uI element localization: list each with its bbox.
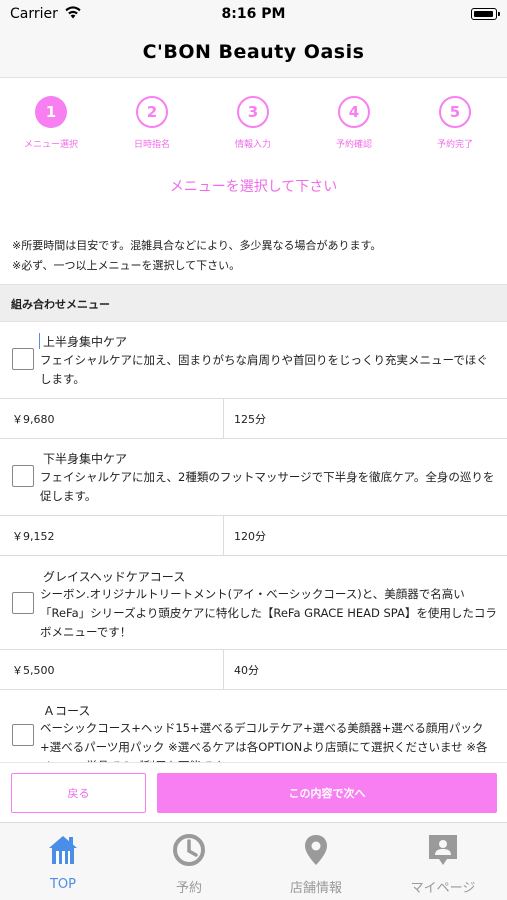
tab-top[interactable]: TOP <box>0 823 126 900</box>
step-number: 1 <box>35 96 67 128</box>
step-datetime: 2 日時指名 <box>112 96 192 150</box>
step-label: 情報入力 <box>234 140 271 150</box>
step-complete: 5 予約完了 <box>415 96 495 150</box>
step-confirm: 4 予約確認 <box>314 96 394 150</box>
menu-item[interactable]: 下半身集中ケア フェイシャルケアに加え、2種類のフットマッサージで下半身を徹底ケ… <box>0 439 507 556</box>
tab-label: 予約 <box>175 881 202 896</box>
divider <box>223 650 224 689</box>
step-label: 予約確認 <box>335 140 372 150</box>
tab-store-info[interactable]: 店舗情報 <box>253 823 379 900</box>
map-pin-icon <box>305 835 327 865</box>
menu-title: 上半身集中ケア <box>43 335 128 349</box>
menu-title: 下半身集中ケア <box>43 452 128 466</box>
step-info-input: 3 情報入力 <box>213 96 293 150</box>
divider <box>223 516 224 555</box>
menu-description: フェイシャルケアに加え、固まりがちな肩周りや首回りをじっくり充実メニューでほぐし… <box>40 353 488 386</box>
menu-description: ベーシックコース+ヘッド15+選べるデコルテケア+選べる美顔器+選べる顔用パック… <box>40 721 488 762</box>
text-cursor <box>39 333 40 349</box>
status-bar: Carrier 8:16 PM <box>0 0 507 30</box>
action-bar: 戻る この内容で次へ <box>0 762 507 820</box>
tab-label: TOP <box>49 877 76 892</box>
menu-checkbox[interactable] <box>12 592 34 614</box>
tab-mypage[interactable]: マイページ <box>380 823 506 900</box>
battery-icon <box>471 8 500 20</box>
menu-meta: ￥5,500 40分 <box>0 649 507 689</box>
clock-time: 8:16 PM <box>221 6 286 22</box>
clock-icon <box>173 834 205 866</box>
step-menu-select: 1 メニュー選択 <box>11 96 91 150</box>
step-number: 5 <box>439 96 471 128</box>
menu-title: グレイスヘッドケアコース <box>43 570 186 584</box>
tab-bar: TOP 予約 店舗情報 マイページ <box>0 822 507 900</box>
menu-price: ￥9,680 <box>12 413 55 426</box>
note-line: ※所要時間は目安です。混雑具合などにより、多少異なる場合があります。 <box>12 239 382 252</box>
tab-label: 店舗情報 <box>289 881 342 896</box>
menu-price: ￥9,152 <box>12 530 55 543</box>
menu-title: Ａコース <box>43 704 91 718</box>
menu-price: ￥5,500 <box>12 664 55 677</box>
reservation-steps: 1 メニュー選択 2 日時指名 3 情報入力 4 予約確認 5 予約完了 <box>0 96 507 156</box>
notes: ※所要時間は目安です。混雑具合などにより、多少異なる場合があります。 ※必ず、一… <box>12 236 381 276</box>
section-header: 組み合わせメニュー <box>0 284 507 322</box>
divider <box>223 399 224 438</box>
step-label: メニュー選択 <box>23 140 78 150</box>
menu-checkbox[interactable] <box>12 348 34 370</box>
section-title: 組み合わせメニュー <box>11 298 110 311</box>
tab-reservation[interactable]: 予約 <box>126 823 252 900</box>
navigation-bar: C'BON Beauty Oasis <box>0 30 507 78</box>
menu-description: フェイシャルケアに加え、2種類のフットマッサージで下半身を徹底ケア。全身の巡りを… <box>40 470 495 503</box>
step-number: 3 <box>237 96 269 128</box>
menu-checkbox[interactable] <box>12 724 34 746</box>
menu-meta: ￥9,680 125分 <box>0 398 507 438</box>
app-title: C'BON Beauty Oasis <box>142 41 365 63</box>
menu-item[interactable]: Ａコース ベーシックコース+ヘッド15+選べるデコルテケア+選べる美顔器+選べる… <box>0 690 507 762</box>
tab-label: マイページ <box>410 881 476 896</box>
menu-list[interactable]: 上半身集中ケア フェイシャルケアに加え、固まりがちな肩周りや首回りをじっくり充実… <box>0 322 507 762</box>
next-button[interactable]: この内容で次へ <box>157 773 497 813</box>
step-number: 2 <box>136 96 168 128</box>
menu-duration: 120分 <box>234 530 266 543</box>
step-number: 4 <box>338 96 370 128</box>
back-button[interactable]: 戻る <box>11 773 146 813</box>
menu-description: シーボン.オリジナルトリートメント(アイ・ベーシックコース)と、美顔器で名高い「… <box>40 587 497 639</box>
profile-icon <box>429 835 457 865</box>
instruction-text: メニューを選択して下さい <box>169 179 338 195</box>
note-line: ※必ず、一つ以上メニューを選択して下さい。 <box>12 259 241 272</box>
menu-duration: 125分 <box>234 413 266 426</box>
step-label: 予約完了 <box>436 140 473 150</box>
menu-duration: 40分 <box>234 664 259 677</box>
step-label: 日時指名 <box>133 140 170 150</box>
home-icon <box>49 836 77 864</box>
menu-checkbox[interactable] <box>12 465 34 487</box>
menu-item[interactable]: 上半身集中ケア フェイシャルケアに加え、固まりがちな肩周りや首回りをじっくり充実… <box>0 322 507 439</box>
menu-meta: ￥9,152 120分 <box>0 515 507 555</box>
menu-item[interactable]: グレイスヘッドケアコース シーボン.オリジナルトリートメント(アイ・ベーシックコ… <box>0 556 507 690</box>
